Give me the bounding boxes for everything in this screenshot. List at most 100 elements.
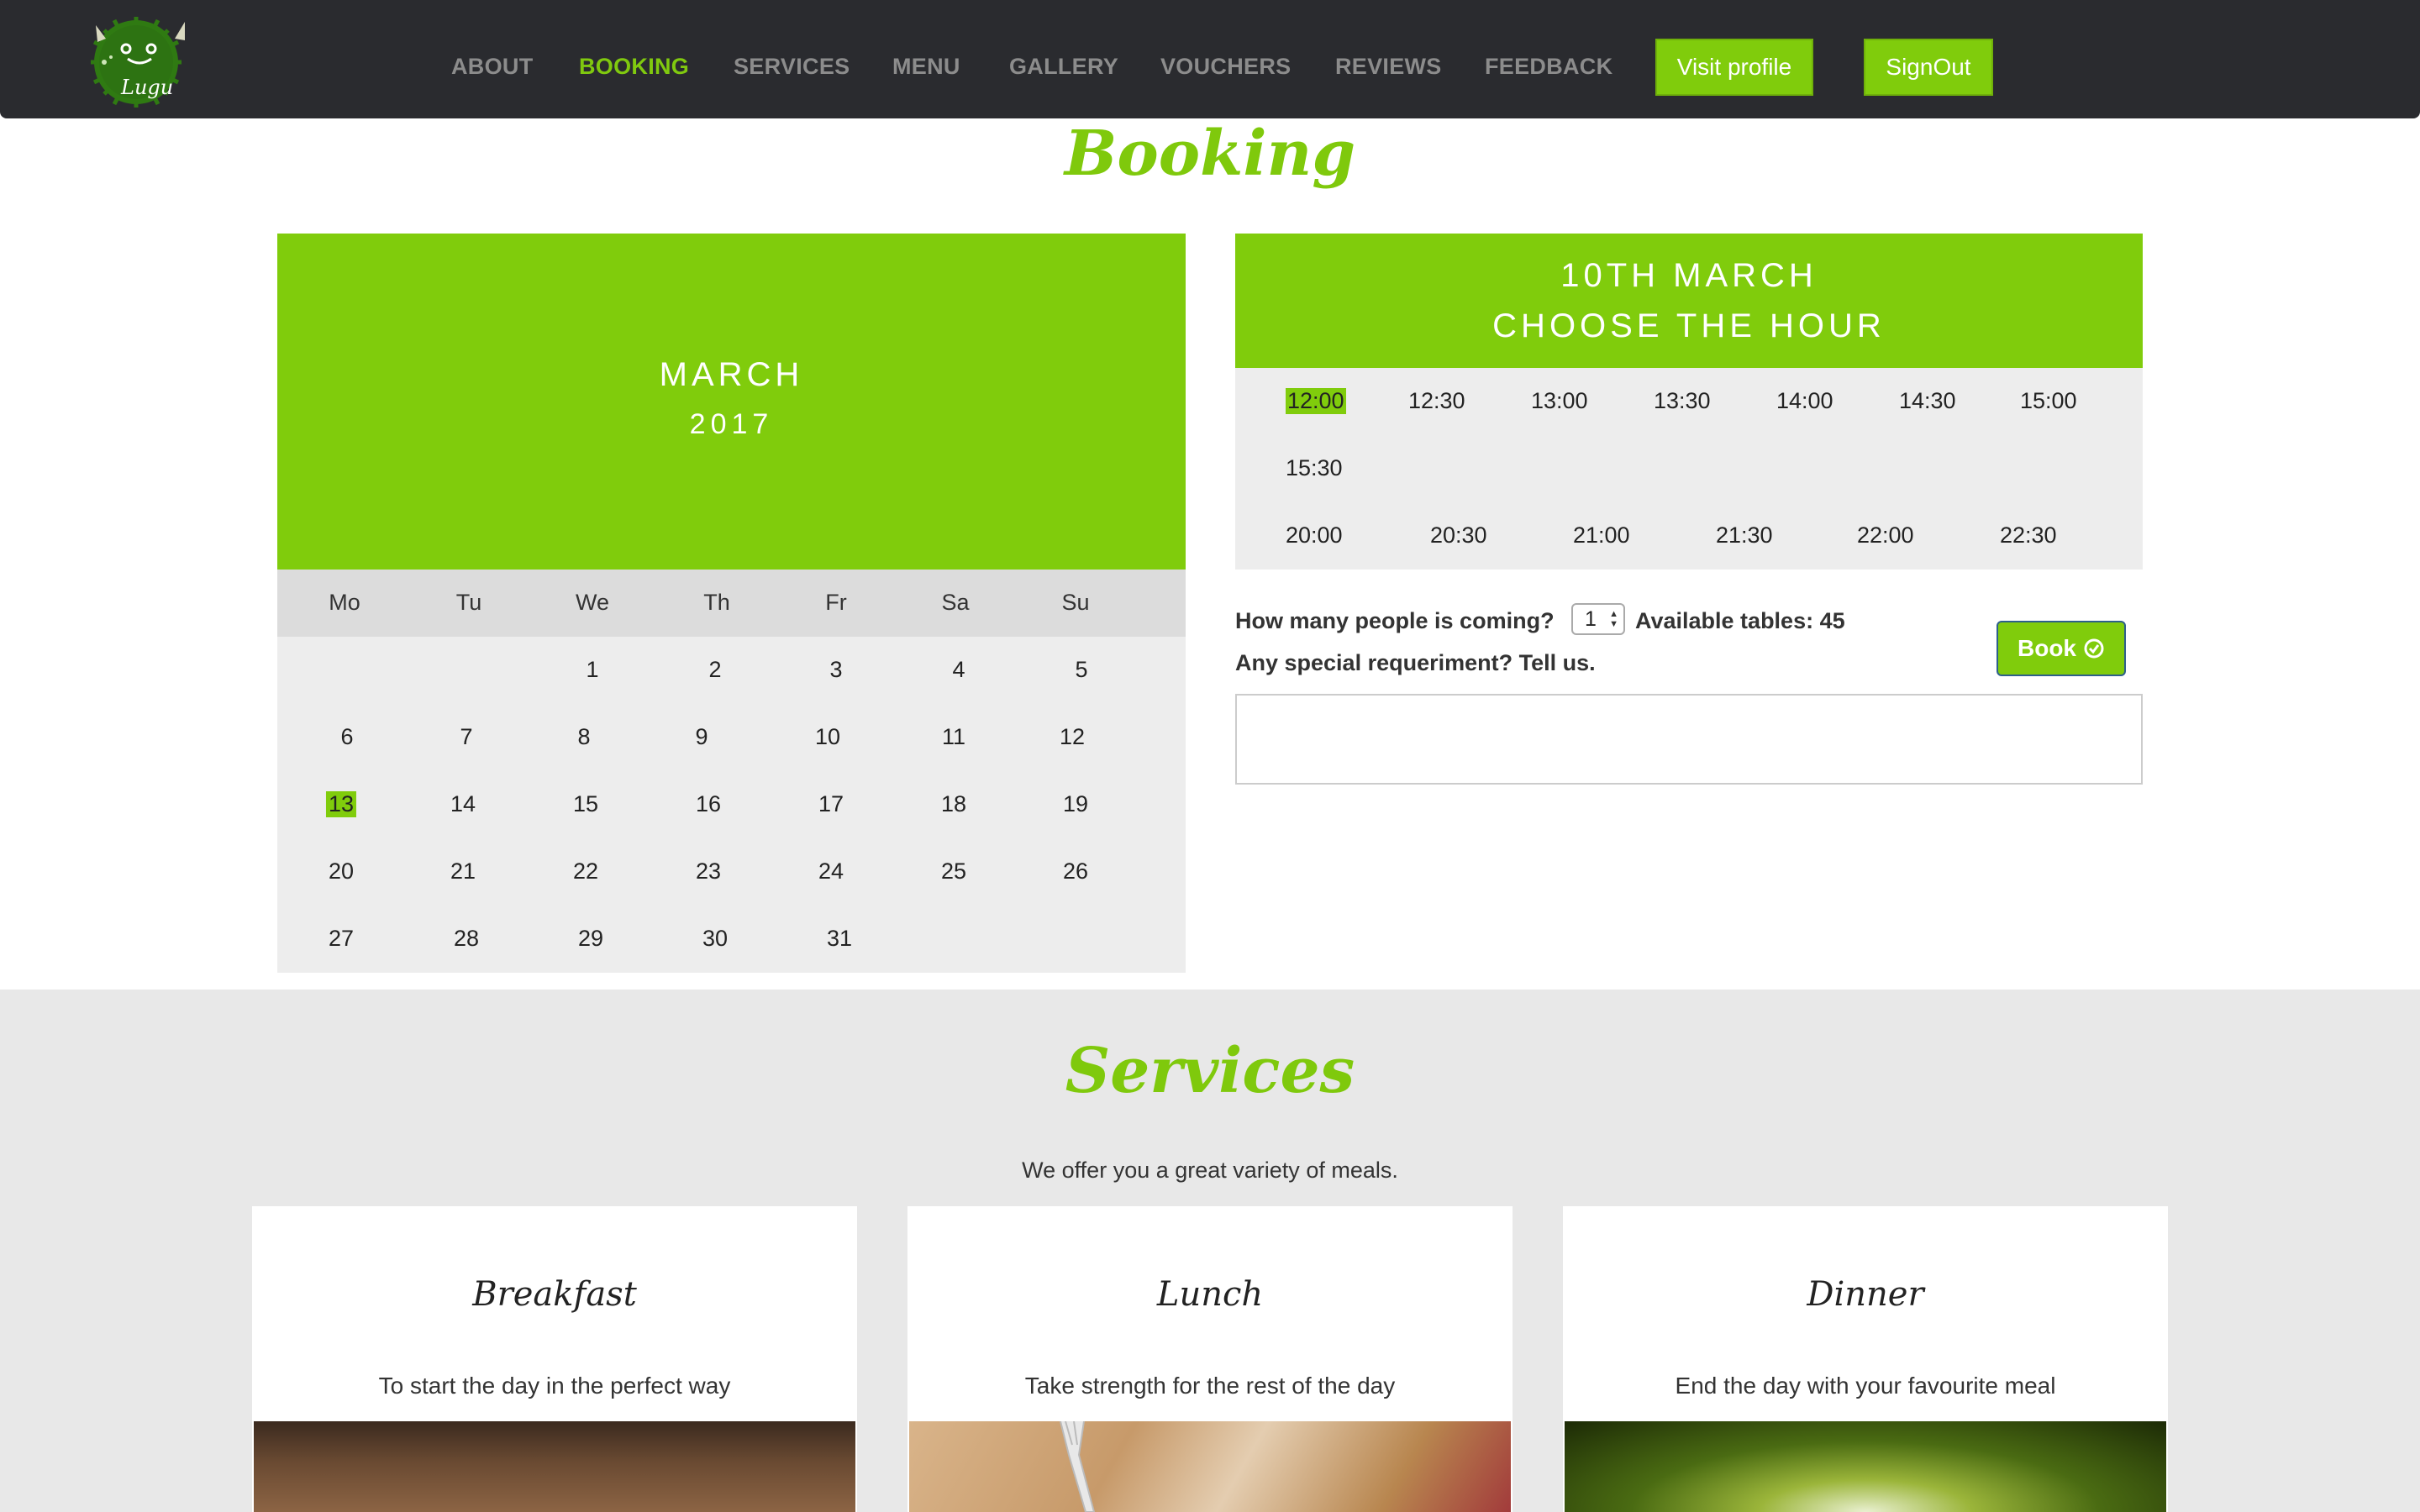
stepper-arrows-icon[interactable]: ▲ ▼: [1609, 609, 1618, 629]
calendar-day[interactable]: 17: [818, 791, 844, 817]
check-circle-icon: [2084, 638, 2104, 659]
calendar-day[interactable]: 10: [815, 724, 840, 750]
calendar-day[interactable]: 16: [696, 791, 721, 817]
calendar-day[interactable]: 7: [460, 724, 472, 750]
calendar-day[interactable]: 14: [450, 791, 476, 817]
calendar-grid: 1 2 3 4 5 6 7 8 9 10 11 12 13 14 15 16 1…: [277, 637, 1186, 973]
time-slot[interactable]: 15:00: [2020, 388, 2077, 414]
time-slot[interactable]: 14:00: [1776, 388, 1833, 414]
available-tables-label: Available tables: 45: [1635, 608, 1845, 633]
top-navbar: Lugu ABOUT BOOKING SERVICES MENU GALLERY…: [0, 0, 2420, 118]
weekday-label: Su: [1061, 590, 1090, 615]
book-button[interactable]: Book: [1996, 621, 2126, 676]
weekday-label: Th: [703, 590, 730, 615]
service-card-lunch[interactable]: Lunch Take strength for the rest of the …: [908, 1206, 1512, 1512]
service-card-breakfast[interactable]: Breakfast To start the day in the perfec…: [252, 1206, 857, 1512]
calendar-day[interactable]: 18: [941, 791, 966, 817]
service-card-desc: Take strength for the rest of the day: [1024, 1373, 1396, 1399]
time-slot[interactable]: 15:30: [1286, 455, 1343, 481]
calendar-day[interactable]: 28: [454, 926, 479, 952]
calendar-day[interactable]: 2: [708, 657, 721, 683]
service-card-title: Dinner: [1807, 1275, 1924, 1314]
sign-out-button[interactable]: SignOut: [1864, 39, 1993, 96]
time-slot[interactable]: 21:00: [1573, 522, 1630, 549]
calendar-day[interactable]: 24: [818, 858, 844, 885]
calendar-day[interactable]: 8: [577, 724, 590, 750]
service-card-desc: End the day with your favourite meal: [1675, 1373, 2056, 1399]
lunch-image: [909, 1421, 1511, 1512]
service-card-title: Lunch: [1156, 1275, 1264, 1314]
visit-profile-button[interactable]: Visit profile: [1655, 39, 1813, 96]
calendar-day[interactable]: 12: [1060, 724, 1085, 750]
special-requirement-textarea[interactable]: [1235, 694, 2143, 785]
calendar-day[interactable]: 23: [696, 858, 721, 885]
calendar-day[interactable]: 27: [329, 926, 354, 952]
calendar-day[interactable]: 15: [573, 791, 598, 817]
calendar-day[interactable]: 19: [1063, 791, 1088, 817]
time-slot[interactable]: 13:00: [1531, 388, 1588, 414]
service-card-desc: To start the day in the perfect way: [378, 1373, 731, 1399]
time-slot-selected[interactable]: 12:00: [1286, 388, 1346, 414]
calendar-day[interactable]: 29: [578, 926, 603, 952]
calendar-day[interactable]: 5: [1075, 657, 1087, 683]
calendar-day[interactable]: 26: [1063, 858, 1088, 885]
time-slot[interactable]: 20:30: [1430, 522, 1487, 549]
services-title: Services: [1065, 1035, 1355, 1107]
time-slot[interactable]: 14:30: [1899, 388, 1956, 414]
calendar-day[interactable]: 30: [702, 926, 728, 952]
time-slot[interactable]: 12:30: [1408, 388, 1465, 414]
nav-gallery[interactable]: GALLERY: [1009, 54, 1118, 80]
dinner-image: [1565, 1421, 2166, 1512]
logo-icon[interactable]: Lugu: [81, 10, 200, 111]
calendar-day[interactable]: 25: [941, 858, 966, 885]
time-slot[interactable]: 21:30: [1716, 522, 1773, 549]
weekday-header: Mo Tu We Th Fr Sa Su: [277, 570, 1186, 637]
calendar-day[interactable]: 22: [573, 858, 598, 885]
nav-about[interactable]: ABOUT: [451, 54, 534, 80]
calendar-day[interactable]: 21: [450, 858, 476, 885]
choose-hour-title: CHOOSE THE HOUR: [1492, 307, 1886, 344]
people-count-value: 1: [1585, 606, 1597, 631]
calendar-year: 2017: [689, 408, 774, 440]
booking-title: Booking: [1064, 118, 1356, 190]
fork-icon: [1060, 1421, 1096, 1512]
calendar-day[interactable]: 3: [829, 657, 842, 683]
calendar-day[interactable]: 31: [827, 926, 852, 952]
calendar-month: MARCH: [659, 356, 804, 393]
people-count-stepper[interactable]: 1 ▲ ▼: [1571, 603, 1625, 635]
calendar-header: MARCH 2017: [277, 234, 1186, 570]
nav-services[interactable]: SERVICES: [734, 54, 850, 80]
breakfast-image: [254, 1421, 855, 1512]
selected-date-title: 10TH MARCH: [1560, 257, 1818, 294]
calendar-day[interactable]: 1: [586, 657, 598, 683]
hour-slots: 12:00 12:30 13:00 13:30 14:00 14:30 15:0…: [1235, 368, 2143, 570]
calendar-day[interactable]: 9: [695, 724, 708, 750]
calendar-day[interactable]: 6: [340, 724, 353, 750]
time-slot[interactable]: 20:00: [1286, 522, 1343, 549]
hour-picker-header: 10TH MARCH CHOOSE THE HOUR: [1235, 234, 2143, 368]
services-subtitle: We offer you a great variety of meals.: [1022, 1158, 1398, 1183]
service-card-dinner[interactable]: Dinner End the day with your favourite m…: [1563, 1206, 2168, 1512]
book-button-label: Book: [2018, 635, 2076, 661]
nav-booking[interactable]: BOOKING: [579, 54, 689, 80]
weekday-label: Mo: [329, 590, 360, 615]
nav-reviews[interactable]: REVIEWS: [1335, 54, 1442, 80]
people-count-label: How many people is coming?: [1235, 608, 1555, 633]
nav-menu[interactable]: MENU: [892, 54, 960, 80]
weekday-label: Sa: [941, 590, 970, 615]
nav-vouchers[interactable]: VOUCHERS: [1160, 54, 1291, 80]
calendar-day-selected[interactable]: 13: [325, 791, 357, 817]
time-slot[interactable]: 22:00: [1857, 522, 1914, 549]
special-requirement-label: Any special requeriment? Tell us.: [1235, 650, 1596, 675]
calendar-day[interactable]: 20: [329, 858, 354, 885]
time-slot[interactable]: 22:30: [2000, 522, 2057, 549]
nav-feedback[interactable]: FEEDBACK: [1485, 54, 1612, 80]
logo-text: Lugu: [120, 76, 173, 99]
time-slot[interactable]: 13:30: [1654, 388, 1711, 414]
weekday-label: Tu: [455, 590, 482, 615]
service-card-title: Breakfast: [472, 1275, 637, 1314]
calendar-day[interactable]: 11: [942, 724, 965, 750]
weekday-label: We: [575, 590, 610, 615]
calendar-day[interactable]: 4: [952, 657, 965, 683]
weekday-label: Fr: [825, 590, 847, 615]
